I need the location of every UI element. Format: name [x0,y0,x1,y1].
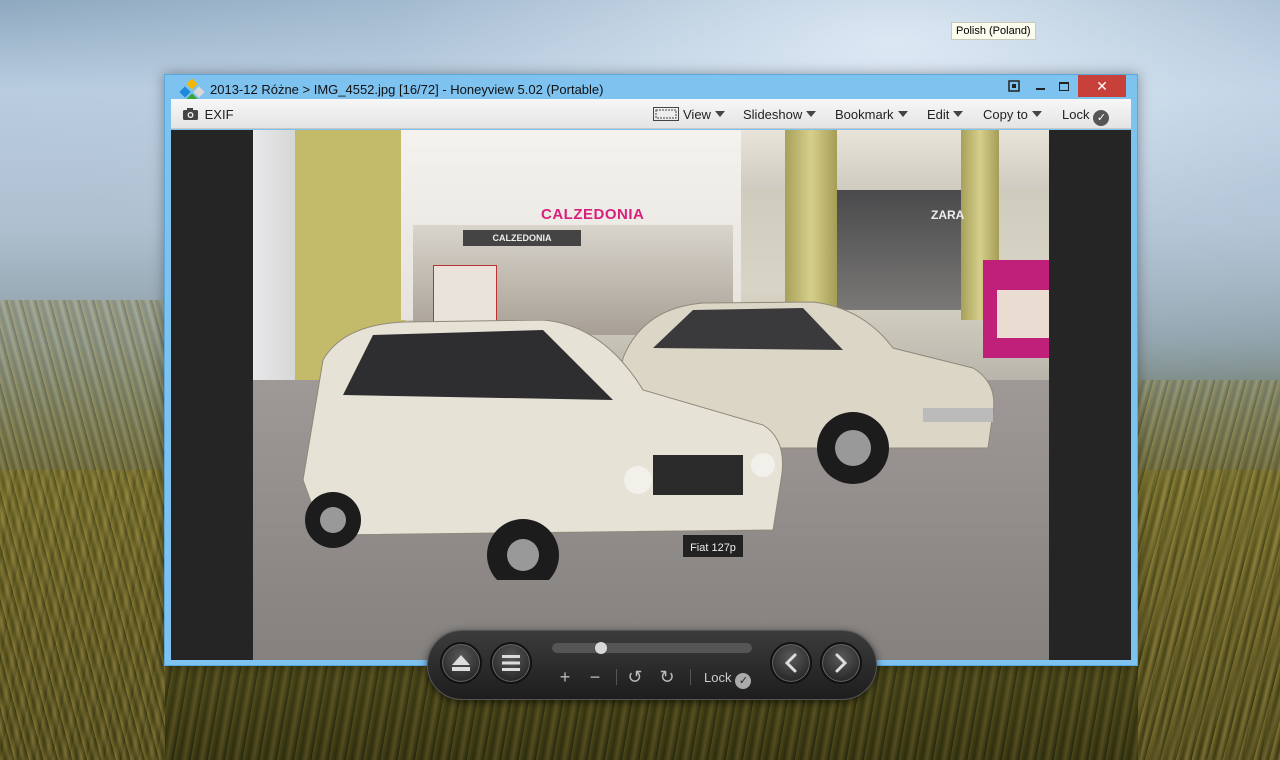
lock-toggle[interactable]: Lock ✓ [1062,99,1110,129]
minimize-icon [1035,88,1045,90]
view-menu[interactable]: View [683,99,725,129]
chevron-down-icon [897,111,908,117]
fit-window-icon [653,107,679,121]
rotate-left-button[interactable]: ↺ [624,667,646,687]
photo-store-sign-small: CALZEDONIA [463,230,581,246]
slider-thumb[interactable] [595,642,608,654]
window-title: 2013-12 Różne > IMG_4552.jpg [16/72] - H… [210,82,604,97]
prev-icon [784,653,797,673]
floating-control-bar: + − ↺ ↻ Lock ✓ [427,630,877,700]
fit-view-button[interactable] [653,99,679,129]
rotate-left-icon: ↺ [627,667,643,687]
photo-poster [433,265,497,323]
slideshow-label: Slideshow [743,107,803,122]
zoom-in-button[interactable]: + [554,667,576,687]
camera-icon [183,108,198,120]
chevron-down-icon [953,111,964,117]
maximize-icon [1059,81,1069,91]
displayed-photo: CALZEDONIA CALZEDONIA ZARA Fiat 127p [253,130,1049,660]
language-tooltip: Polish (Poland) [951,22,1036,40]
view-label: View [683,107,711,122]
honeyview-window: 2013-12 Różne > IMG_4552.jpg [16/72] - H… [164,74,1138,700]
overlay-lock-label: Lock [704,670,732,685]
photo-car-fiat-127p: Fiat 127p [302,320,784,580]
photo-ceiling [733,130,1049,190]
title-bar[interactable]: 2013-12 Różne > IMG_4552.jpg [16/72] - H… [165,75,1137,105]
separator [690,669,691,685]
photo-pink-stand-display [997,290,1049,338]
close-button[interactable]: ✕ [1078,75,1126,97]
menu-icon [502,655,520,671]
wallpaper-wheat-right [1138,380,1280,760]
wallpaper-wheat-left [0,300,165,760]
bookmark-label: Bookmark [835,107,894,122]
lock-label: Lock [1062,107,1090,122]
previous-image-button[interactable] [770,642,812,684]
separator [616,669,617,685]
edit-menu[interactable]: Edit [927,99,964,129]
minimize-button[interactable] [1027,75,1053,97]
close-icon: ✕ [1096,77,1108,94]
toolbar: EXIF View Slideshow Bookmark Edit Copy t… [171,99,1131,129]
exif-label: EXIF [204,107,234,122]
copy-to-menu[interactable]: Copy to [983,99,1042,129]
image-viewport[interactable]: CALZEDONIA CALZEDONIA ZARA Fiat 127p + −… [171,130,1131,700]
exif-button[interactable]: EXIF [183,99,234,129]
photo-store-sign: CALZEDONIA [541,206,645,223]
image-position-slider[interactable] [552,642,752,654]
edit-label: Edit [927,107,950,122]
next-image-button[interactable] [820,642,862,684]
copy-to-label: Copy to [983,107,1028,122]
zoom-out-icon: − [589,667,601,687]
fullscreen-icon [1008,80,1020,92]
chevron-down-icon [1031,111,1042,117]
check-icon: ✓ [1093,110,1110,126]
chevron-down-icon [714,111,725,117]
next-icon [835,653,848,673]
menu-button[interactable] [490,642,532,684]
zoom-in-icon: + [559,667,571,687]
slideshow-menu[interactable]: Slideshow [743,99,817,129]
overlay-lock-toggle[interactable]: Lock ✓ [704,670,752,689]
maximize-button[interactable] [1051,75,1077,97]
chevron-down-icon [806,111,817,117]
fullscreen-button[interactable] [1001,75,1027,97]
eject-icon [452,655,470,671]
zoom-out-button[interactable]: − [584,667,606,687]
photo-zara-sign: ZARA [931,208,965,222]
check-icon: ✓ [735,673,752,689]
rotate-right-button[interactable]: ↻ [656,667,678,687]
bookmark-menu[interactable]: Bookmark [835,99,908,129]
rotate-right-icon: ↻ [659,667,675,687]
eject-button[interactable] [440,642,482,684]
license-plate: Fiat 127p [690,542,736,554]
